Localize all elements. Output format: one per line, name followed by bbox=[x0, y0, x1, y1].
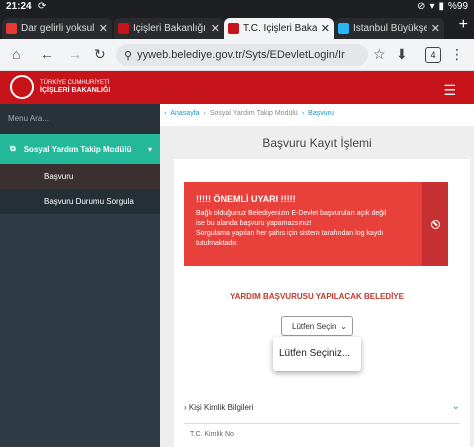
sidebar: Menu Ara... ⧉ Sosyal Yardım Takip Modülü… bbox=[0, 104, 160, 447]
chevron-down-icon[interactable]: ⌄ bbox=[452, 401, 460, 412]
ministry-seal-icon bbox=[10, 75, 34, 99]
close-icon[interactable]: ✕ bbox=[431, 22, 440, 35]
breadcrumb-home[interactable]: Anasayfa bbox=[170, 110, 199, 120]
tc-kimlik-label: T.C. Kimlik No bbox=[190, 431, 234, 438]
logo-line1: TÜRKİYE CUMHURİYETİ bbox=[40, 80, 110, 86]
site-logo[interactable]: TÜRKİYE CUMHURİYETİ İÇİŞLERİ BAKANLIĞI bbox=[40, 79, 110, 95]
more-menu-icon[interactable]: ⋮ bbox=[450, 46, 464, 63]
new-tab-button[interactable]: + bbox=[459, 16, 468, 34]
municipality-select[interactable]: Lütfen Seçin ⌄ bbox=[281, 316, 353, 336]
favicon-icon bbox=[228, 23, 239, 34]
alert-body: Bağlı olduğunuz Belediyenizin E-Devlet b… bbox=[196, 209, 408, 249]
clock: 21:24 bbox=[6, 1, 32, 12]
identity-section: › Kişi Kimlik Bilgileri ⌄ T.C. Kimlik No bbox=[174, 387, 470, 447]
url-text: yyweb.belediye.gov.tr/Syts/EDevletLogin/… bbox=[137, 49, 345, 61]
breadcrumb-sep: › bbox=[203, 110, 206, 117]
site-info-icon[interactable]: ⚲ bbox=[124, 49, 132, 62]
identity-section-header[interactable]: › Kişi Kimlik Bilgileri bbox=[184, 403, 253, 412]
wifi-icon: ▾ bbox=[429, 1, 435, 12]
sidebar-module-label: Sosyal Yardım Takip Modülü bbox=[23, 144, 132, 154]
close-icon[interactable]: ✕ bbox=[211, 22, 220, 35]
battery-icon: ▮ bbox=[438, 1, 444, 12]
logo-line2: İÇİŞLERİ BAKANLIĞI bbox=[40, 87, 111, 94]
alert-line: Bağlı olduğunuz Belediyenizin E-Devlet b… bbox=[196, 210, 387, 217]
sidebar-item-basvuru-durumu[interactable]: Başvuru Durumu Sorgula bbox=[0, 189, 160, 214]
ban-icon bbox=[430, 219, 440, 229]
alert-line: Sorgulama yapılan her şahıs için sistem … bbox=[196, 230, 384, 237]
hamburger-menu-icon[interactable]: ☰ bbox=[443, 82, 456, 99]
alert-line: ise bu alanda başvuru yapamazsınız! bbox=[196, 220, 312, 227]
tab-switcher-button[interactable]: 4 bbox=[425, 47, 441, 63]
browser-tab[interactable]: Dar gelirli yoksul ✕ bbox=[2, 18, 112, 39]
browser-tab[interactable]: İstanbul Büyükşe ✕ bbox=[334, 18, 444, 39]
url-field[interactable]: ⚲ yyweb.belediye.gov.tr/Syts/EDevletLogi… bbox=[116, 44, 368, 66]
page-title: Başvuru Kayıt İşlemi bbox=[262, 136, 372, 150]
site-header: TÜRKİYE CUMHURİYETİ İÇİŞLERİ BAKANLIĞI ☰ bbox=[0, 71, 474, 104]
battery-level: %99 bbox=[447, 1, 468, 12]
favicon-icon bbox=[338, 23, 349, 34]
status-icons: ⊘ ▾ ▮ %99 bbox=[417, 1, 468, 12]
alert-icon-panel bbox=[422, 182, 448, 266]
alert-line: tutulmaktadır. bbox=[196, 240, 239, 247]
breadcrumb: › Anasayfa › Sosyal Yardım Takip Modülü … bbox=[160, 104, 474, 126]
close-icon[interactable]: ✕ bbox=[321, 22, 330, 35]
tab-title: İstanbul Büyükşe bbox=[353, 23, 427, 34]
forward-icon[interactable]: → bbox=[68, 46, 82, 62]
municipality-label: YARDIM BAŞVURUSU YAPILACAK BELEDİYE bbox=[230, 292, 404, 301]
tab-title: İçişleri Bakanlığı bbox=[133, 23, 206, 34]
main-content: › Anasayfa › Sosyal Yardım Takip Modülü … bbox=[160, 104, 474, 447]
sidebar-item-basvuru[interactable]: Başvuru bbox=[0, 164, 160, 189]
divider bbox=[184, 423, 460, 424]
home-icon[interactable]: ⌂ bbox=[12, 46, 20, 62]
download-icon[interactable]: ⬇ bbox=[396, 46, 408, 63]
warning-alert: !!!!! ÖNEMLİ UYARI !!!!! Bağlı olduğunuz… bbox=[184, 182, 448, 266]
close-icon[interactable]: ✕ bbox=[99, 22, 108, 35]
sidebar-module-sosyal-yardim[interactable]: ⧉ Sosyal Yardım Takip Modülü ▾ bbox=[0, 134, 160, 164]
chevron-right-icon: › bbox=[184, 403, 187, 412]
browser-tab-active[interactable]: T.C. İçişleri Bakan ✕ bbox=[224, 18, 334, 39]
reload-icon[interactable]: ↻ bbox=[94, 46, 106, 63]
android-status-bar: 21:24 ⟳ ⊘ ▾ ▮ %99 bbox=[0, 0, 474, 15]
select-dropdown-option[interactable]: Lütfen Seçiniz... bbox=[273, 337, 361, 371]
breadcrumb-sep: › bbox=[164, 110, 167, 117]
copy-icon: ⧉ bbox=[10, 144, 16, 153]
tab-title: Dar gelirli yoksul bbox=[21, 23, 95, 34]
chevron-down-icon: ▾ bbox=[147, 144, 152, 154]
identity-section-title: Kişi Kimlik Bilgileri bbox=[188, 403, 254, 412]
breadcrumb-sep: › bbox=[301, 110, 305, 117]
alert-heading: !!!!! ÖNEMLİ UYARI !!!!! bbox=[196, 194, 296, 204]
favicon-icon bbox=[6, 23, 17, 34]
chevron-down-icon: ⌄ bbox=[340, 321, 347, 331]
select-value: Lütfen Seçin bbox=[292, 321, 337, 331]
tab-strip: Dar gelirli yoksul ✕ İçişleri Bakanlığı … bbox=[0, 15, 474, 39]
browser-tab[interactable]: İçişleri Bakanlığı ✕ bbox=[114, 18, 224, 39]
address-bar: ⌂ ← → ↻ ⚲ yyweb.belediye.gov.tr/Syts/EDe… bbox=[0, 39, 474, 71]
sync-icon: ⟳ bbox=[38, 1, 47, 12]
bookmark-star-icon[interactable]: ☆ bbox=[373, 46, 386, 63]
breadcrumb-module[interactable]: Sosyal Yardım Takip Modülü bbox=[210, 110, 298, 120]
favicon-icon bbox=[118, 23, 129, 34]
menu-search-input[interactable]: Menu Ara... bbox=[0, 104, 160, 134]
back-icon[interactable]: ← bbox=[40, 46, 54, 62]
mute-icon: ⊘ bbox=[417, 1, 426, 12]
breadcrumb-current[interactable]: Başvuru bbox=[308, 110, 334, 120]
tab-title: T.C. İçişleri Bakan bbox=[243, 23, 317, 34]
